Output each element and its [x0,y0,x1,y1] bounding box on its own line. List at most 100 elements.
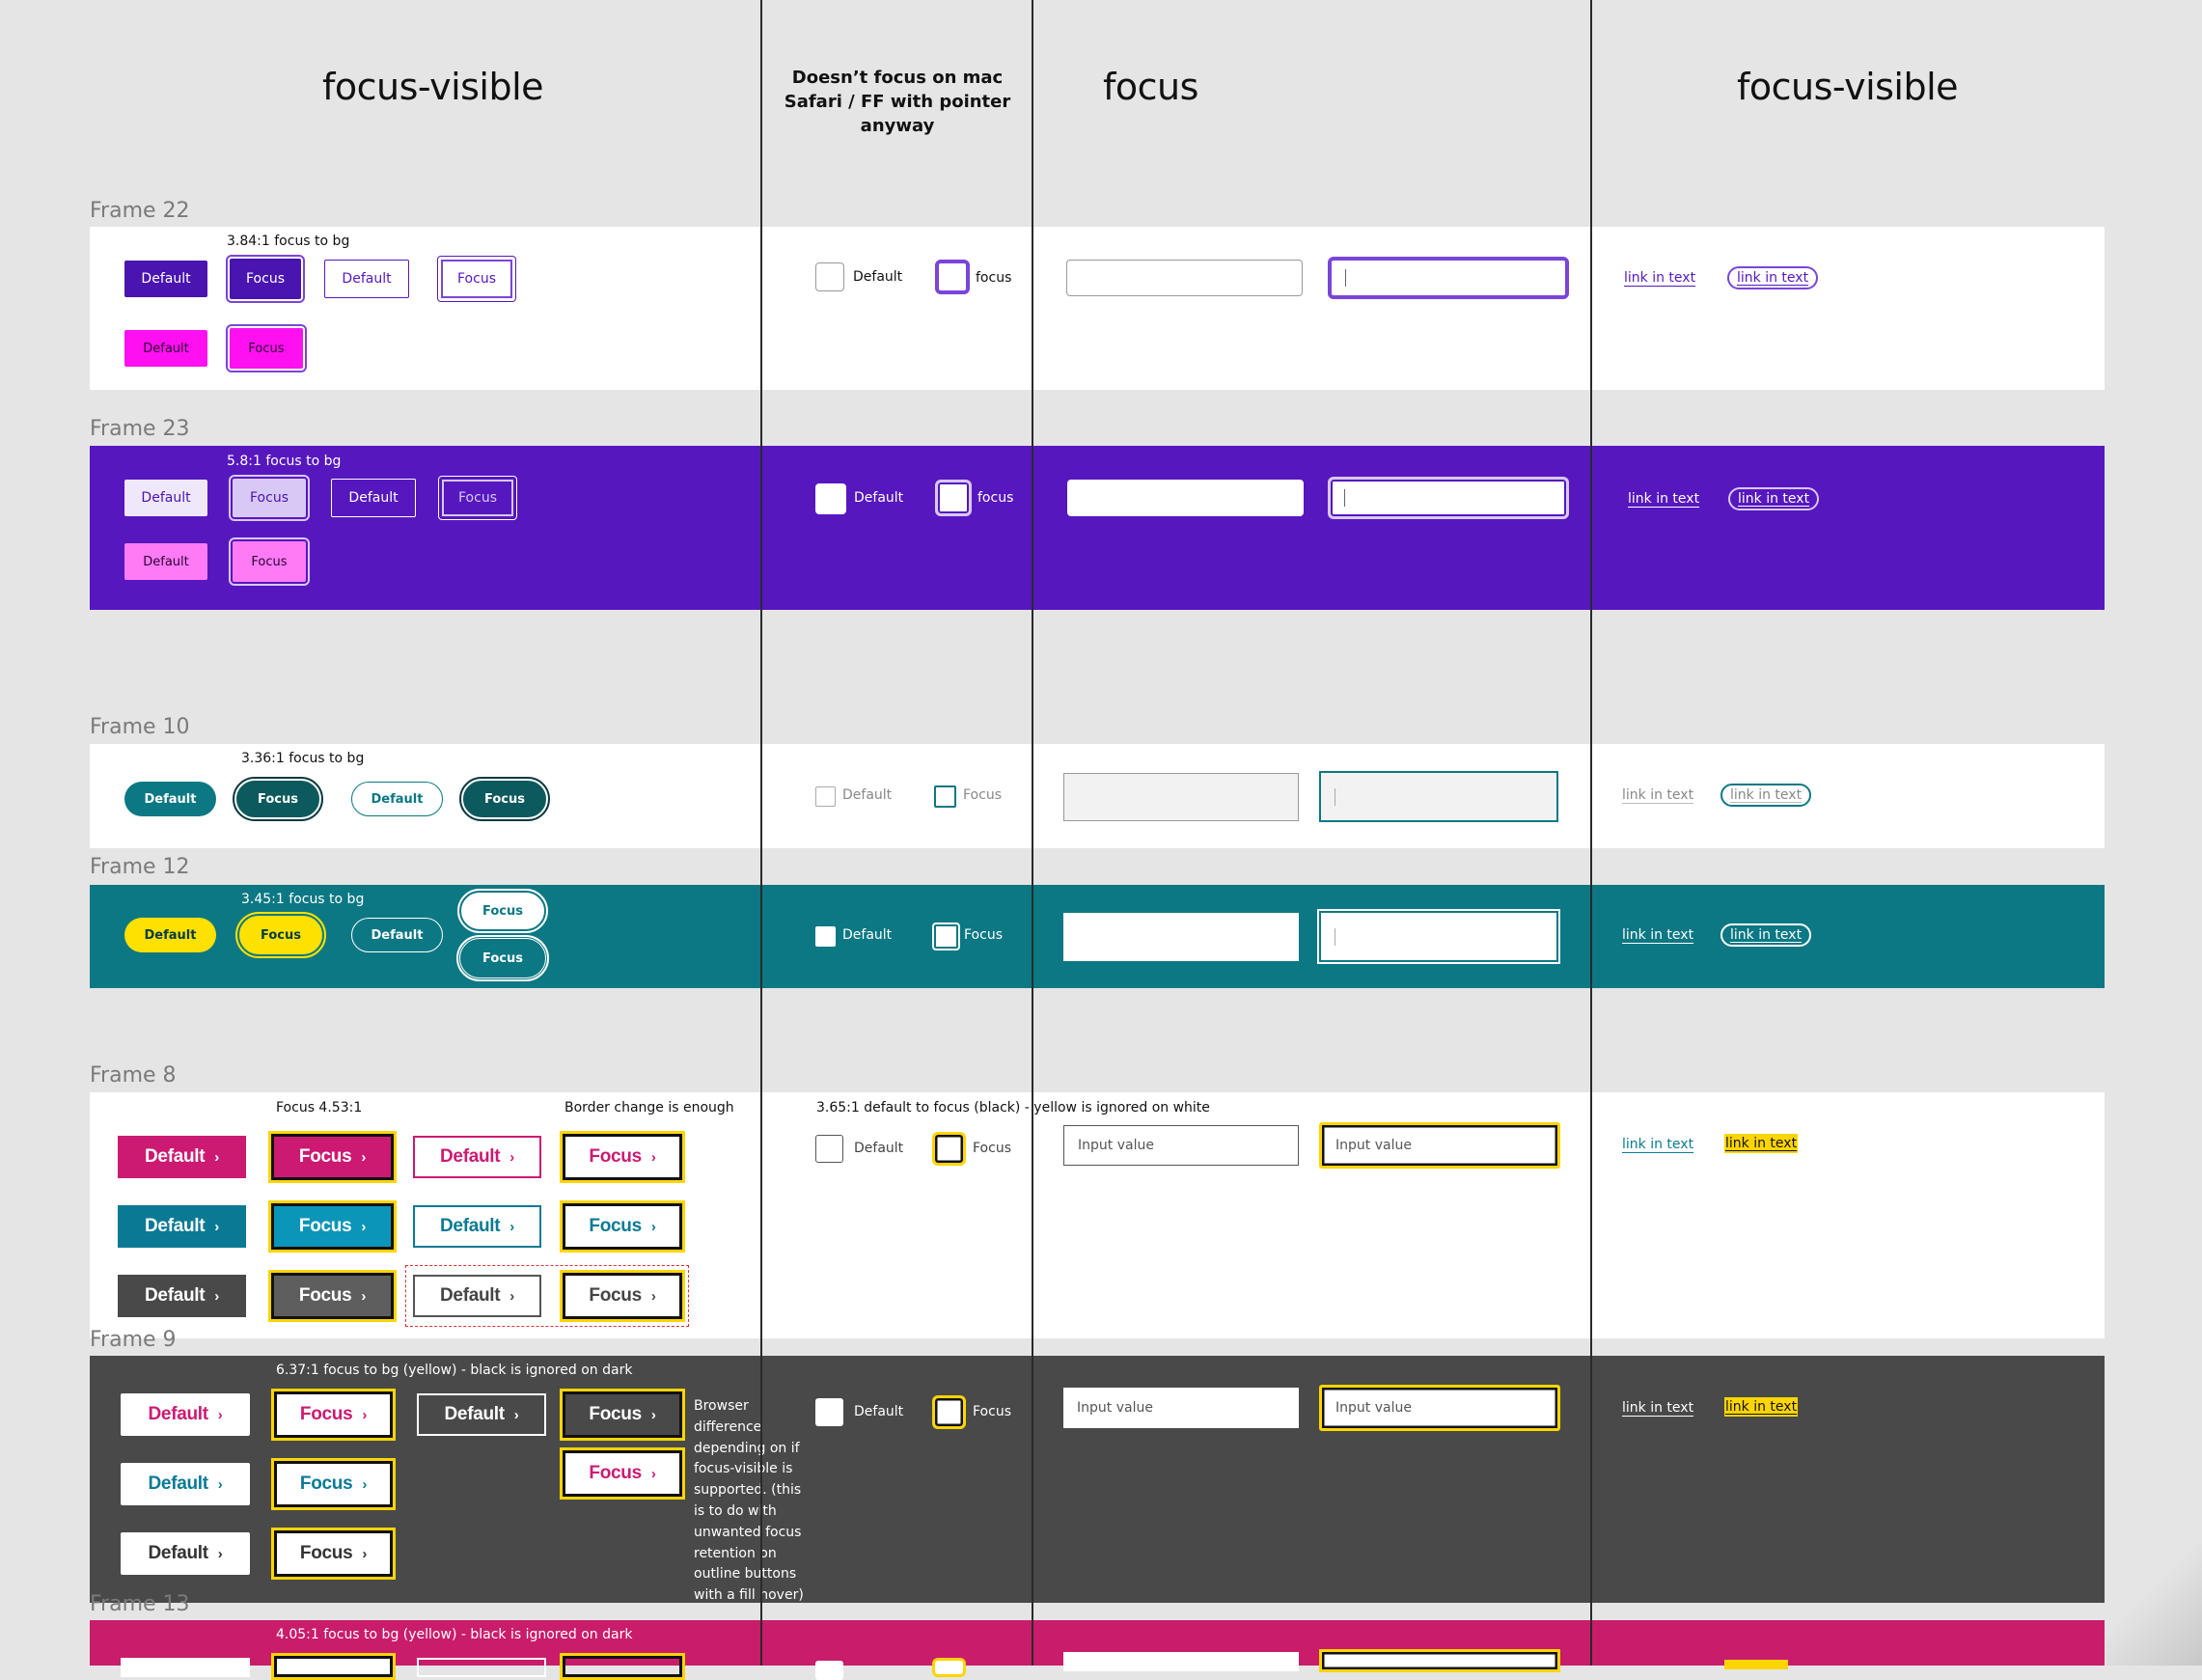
frame-8-label: Frame 8 [90,1063,177,1088]
blue-outline-focus-button[interactable]: Focus › [560,1200,685,1253]
text-link-default[interactable]: link in text [1624,270,1695,286]
focus-button-partial[interactable] [271,1653,396,1680]
checkbox-focus[interactable] [932,1395,966,1429]
yellow-focus-button[interactable]: Focus [235,912,326,958]
pink-outline-default-button[interactable]: Default › [413,1136,541,1178]
text-link-focus[interactable]: link in text [1720,784,1812,807]
text-link-default[interactable]: link in text [1622,927,1693,943]
text-input-default[interactable] [1067,480,1304,516]
text-link-default[interactable]: link in text [1622,1400,1693,1416]
outline-focus-button[interactable]: Focus › [560,1389,685,1441]
magenta-default-button[interactable]: Default [124,330,207,367]
pink-default-button[interactable]: Default › [121,1393,250,1436]
outline-focus-button[interactable]: Focus [456,935,549,981]
text-input-focus[interactable] [1317,909,1560,964]
white-focus-button[interactable]: Focus [457,889,548,933]
frame-8-checkbox-note: 3.65:1 default to focus (black) - yellow… [816,1100,1210,1115]
pink-default-button[interactable]: Default [124,543,207,580]
outline-button-partial[interactable] [417,1658,546,1677]
text-input-default[interactable] [1063,773,1299,821]
button-label: Default [440,1285,501,1306]
text-input-default[interactable] [1063,913,1299,961]
text-link-focus[interactable]: link in text [1727,266,1819,289]
pink-focus-button[interactable]: Focus › [268,1131,397,1183]
checkbox-focus[interactable] [934,785,956,808]
checkbox-partial[interactable] [815,1661,843,1680]
gray-focus-button[interactable]: Focus › [268,1270,397,1322]
light-focus-button[interactable]: Focus [229,475,310,521]
blue-focus-button[interactable]: Focus › [271,1458,396,1510]
text-input-focus[interactable] [1328,257,1569,299]
outline-focus-hover-button[interactable]: Focus › [560,1447,685,1500]
button-label: Focus [299,1543,353,1563]
text-link-default[interactable]: link in text [1628,491,1699,507]
chevron-right-icon: › [217,1406,223,1423]
link-focus-partial[interactable] [1724,1660,1788,1669]
checkbox-default[interactable] [815,1135,843,1163]
text-input-focus[interactable] [1328,477,1569,519]
default-button-partial[interactable] [121,1658,250,1677]
outline-default-button[interactable]: Default [331,479,416,517]
pink-default-button[interactable]: Default › [118,1136,246,1178]
teal-default-button[interactable]: Default [124,782,216,816]
chevron-right-icon: › [214,1218,219,1235]
text-input-default[interactable]: Input value [1063,1388,1299,1428]
text-link-focus[interactable]: link in text [1720,923,1812,947]
gray-focus-button[interactable]: Focus › [271,1528,396,1580]
checkbox-focus-partial[interactable] [932,1658,966,1677]
text-input-focus[interactable]: Input value [1319,1385,1560,1431]
checkbox-default-label: Default [854,1404,904,1419]
gray-default-button[interactable]: Default › [121,1532,250,1575]
text-link-default[interactable]: link in text [1622,1137,1693,1152]
primary-focus-button[interactable]: Focus [226,255,305,303]
gray-outline-focus-button[interactable]: Focus › [560,1270,685,1322]
outline-focus-button[interactable]: Focus [438,476,517,520]
blue-focus-button[interactable]: Focus › [268,1200,397,1253]
text-link-focus[interactable]: link in text [1728,487,1820,510]
checkbox-focus[interactable] [932,923,960,950]
checkbox-default[interactable] [815,483,846,514]
header-focus-visible-right: focus-visible [1737,66,1959,108]
outline-default-button[interactable]: Default [324,260,409,298]
text-input-default[interactable]: Input value [1063,1125,1299,1166]
pink-outline-focus-button[interactable]: Focus › [560,1131,685,1183]
gray-default-button[interactable]: Default › [118,1275,246,1317]
checkbox-default[interactable] [815,786,836,807]
text-input-default[interactable] [1066,260,1303,296]
blue-default-button[interactable]: Default › [118,1205,246,1248]
white-outline-default-button[interactable]: Default [351,918,443,952]
teal-outline-default-button[interactable]: Default [351,782,443,816]
text-link-default[interactable]: link in text [1622,787,1693,803]
frame-10-note: 3.36:1 focus to bg [241,751,365,766]
outline-focus-button-partial[interactable] [560,1653,685,1680]
text-link-focus[interactable]: link in text [1724,1397,1799,1417]
gray-outline-default-button[interactable]: Default › [413,1275,541,1317]
outline-default-button[interactable]: Default › [417,1393,546,1436]
light-default-button[interactable]: Default [124,480,207,516]
button-label: Focus [298,1146,352,1167]
blue-default-button[interactable]: Default › [121,1463,250,1505]
pink-focus-button[interactable]: Focus [229,537,310,586]
frame-22-note: 3.84:1 focus to bg [227,234,350,249]
text-input-focus[interactable]: Input value [1319,1122,1560,1169]
checkbox-default[interactable] [815,1398,843,1426]
checkbox-focus[interactable] [935,260,970,294]
frame-23 [90,446,2105,610]
primary-default-button[interactable]: Default [124,261,207,297]
yellow-default-button[interactable]: Default [124,918,216,952]
checkbox-default[interactable] [815,262,844,291]
magenta-focus-button[interactable]: Focus [226,324,307,372]
checkbox-focus[interactable] [935,480,972,516]
text-link-focus[interactable]: link in text [1724,1134,1799,1153]
outline-focus-button[interactable]: Focus [437,256,516,302]
teal-focus-button[interactable]: Focus [233,777,323,821]
blue-outline-default-button[interactable]: Default › [413,1205,541,1248]
checkbox-default[interactable] [815,926,836,947]
checkbox-focus[interactable] [932,1132,966,1166]
text-input-focus[interactable] [1319,771,1558,822]
text-input-partial[interactable] [1063,1652,1299,1671]
button-label: Focus [589,1463,642,1483]
text-input-focus-partial[interactable] [1319,1649,1560,1672]
pink-focus-button[interactable]: Focus › [271,1389,396,1441]
teal-outline-focus-button[interactable]: Focus [459,777,550,821]
